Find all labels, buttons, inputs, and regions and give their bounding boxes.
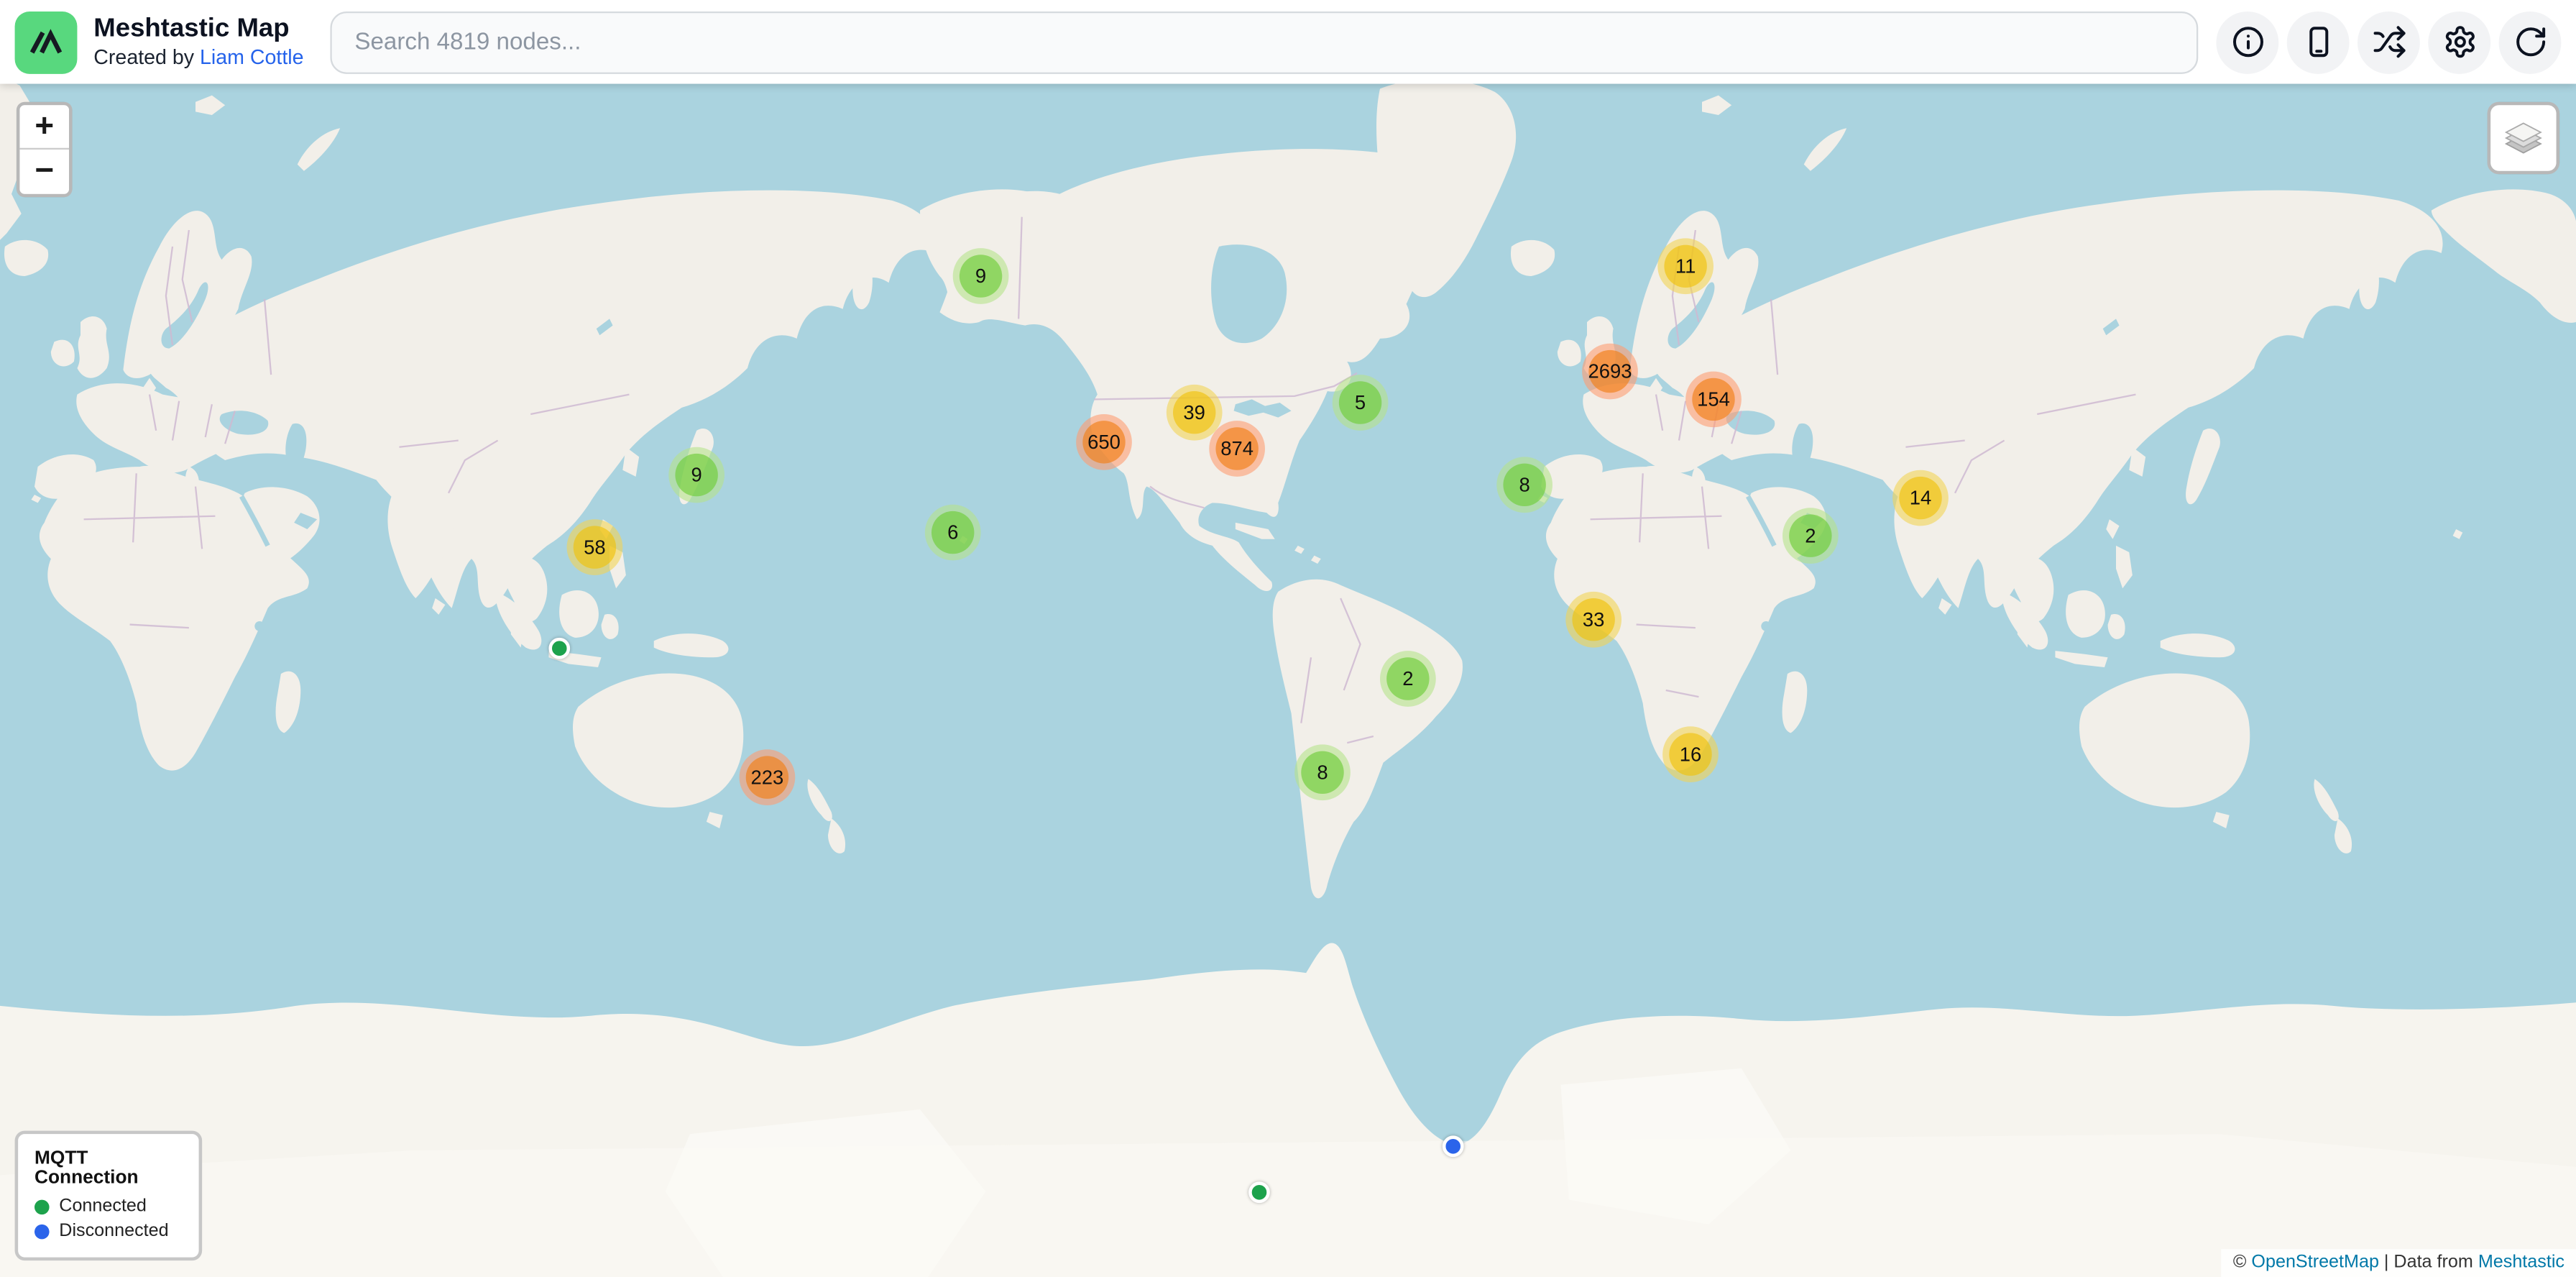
legend-dot xyxy=(34,1224,50,1239)
cluster-marker[interactable]: 874 xyxy=(1209,421,1265,477)
zoom-out-button[interactable]: − xyxy=(19,150,69,194)
cluster-marker[interactable]: 154 xyxy=(1685,372,1742,428)
legend-item: Disconnected xyxy=(34,1221,183,1240)
cluster-marker[interactable]: 11 xyxy=(1657,238,1714,294)
cluster-count: 223 xyxy=(751,766,784,789)
cluster-marker[interactable]: 650 xyxy=(1076,414,1132,470)
legend-items: Connected Disconnected xyxy=(34,1196,183,1241)
cluster-count: 8 xyxy=(1317,761,1328,784)
cluster-count: 8 xyxy=(1519,473,1530,496)
refresh-button[interactable] xyxy=(2499,11,2562,73)
cluster-count: 650 xyxy=(1087,431,1121,454)
cluster-marker[interactable]: 33 xyxy=(1565,592,1622,648)
shuffle-icon xyxy=(2371,24,2406,59)
search-input[interactable] xyxy=(330,11,2198,73)
info-icon xyxy=(2230,24,2265,59)
meshtastic-map-app: 9 11 2693 154 39 5 650 874 9 8 14 2 6 58 33 2 16 8 223 Mes… xyxy=(0,0,2576,1277)
zoom-control: + − xyxy=(17,102,73,198)
osm-link[interactable]: OpenStreetMap xyxy=(2251,1253,2379,1272)
title-block: Meshtastic Map Created by Liam Cottle xyxy=(93,14,303,70)
cluster-count: 39 xyxy=(1183,401,1205,424)
legend-label: Connected xyxy=(59,1196,147,1216)
cluster-count: 874 xyxy=(1220,437,1254,460)
cluster-count: 16 xyxy=(1680,743,1702,766)
page-title: Meshtastic Map xyxy=(93,14,303,45)
cluster-marker[interactable]: 16 xyxy=(1662,726,1719,782)
cluster-count: 6 xyxy=(947,521,958,544)
cluster-marker[interactable]: 223 xyxy=(740,749,796,805)
refresh-icon xyxy=(2513,24,2547,59)
cluster-marker[interactable]: 2 xyxy=(1782,508,1839,564)
cluster-marker[interactable]: 5 xyxy=(1333,375,1389,431)
cluster-marker[interactable]: 2693 xyxy=(1582,344,1638,400)
cluster-count: 9 xyxy=(975,265,986,288)
cluster-count: 33 xyxy=(1583,608,1605,631)
cluster-marker[interactable]: 9 xyxy=(668,447,724,503)
cluster-count: 58 xyxy=(584,536,606,559)
byline: Created by Liam Cottle xyxy=(93,45,303,70)
byline-prefix: Created by xyxy=(93,45,200,68)
cluster-marker[interactable]: 8 xyxy=(1496,457,1552,513)
cluster-count: 154 xyxy=(1697,388,1730,411)
layers-icon xyxy=(2502,116,2544,159)
zoom-in-button[interactable]: + xyxy=(19,105,69,150)
cluster-count: 2 xyxy=(1805,524,1816,547)
cluster-marker[interactable]: 8 xyxy=(1294,744,1351,800)
legend-item: Connected xyxy=(34,1196,183,1216)
cluster-count: 5 xyxy=(1355,391,1366,414)
legend-label: Disconnected xyxy=(59,1221,168,1240)
cluster-marker[interactable]: 58 xyxy=(567,519,623,575)
mobile-app-button[interactable] xyxy=(2287,11,2350,73)
mqtt-legend: MQTT Connection Connected Disconnected xyxy=(15,1131,203,1261)
app-header: Meshtastic Map Created by Liam Cottle xyxy=(0,0,2576,84)
settings-button[interactable] xyxy=(2428,11,2490,73)
cluster-count: 9 xyxy=(691,464,702,487)
attribution: © OpenStreetMap | Data from Meshtastic xyxy=(2222,1249,2576,1277)
cluster-count: 2 xyxy=(1402,667,1413,690)
cluster-count: 14 xyxy=(1910,487,1932,510)
world-map xyxy=(0,0,2576,1277)
cluster-marker[interactable]: 2 xyxy=(1380,651,1436,707)
attribution-middle: | Data from xyxy=(2379,1253,2478,1272)
layers-control[interactable] xyxy=(2488,102,2560,175)
cluster-marker[interactable]: 14 xyxy=(1892,470,1949,526)
smartphone-icon xyxy=(2301,24,2335,59)
author-link[interactable]: Liam Cottle xyxy=(200,45,304,68)
legend-title: MQTT Connection xyxy=(34,1149,183,1189)
cluster-count: 11 xyxy=(1675,255,1696,278)
attribution-copyright: © xyxy=(2233,1253,2252,1272)
map-canvas[interactable]: 9 11 2693 154 39 5 650 874 9 8 14 2 6 58 33 2 16 8 223 xyxy=(0,0,2576,1277)
cluster-marker[interactable]: 9 xyxy=(953,248,1009,304)
meshtastic-link[interactable]: Meshtastic xyxy=(2478,1253,2564,1272)
cluster-count: 2693 xyxy=(1588,360,1632,383)
cluster-marker[interactable]: 6 xyxy=(925,505,981,561)
meshtastic-logo-icon xyxy=(24,21,67,63)
meshtastic-logo xyxy=(15,11,78,73)
settings-icon xyxy=(2442,24,2477,59)
info-button[interactable] xyxy=(2216,11,2278,73)
shuffle-button[interactable] xyxy=(2358,11,2420,73)
legend-dot xyxy=(34,1199,50,1214)
